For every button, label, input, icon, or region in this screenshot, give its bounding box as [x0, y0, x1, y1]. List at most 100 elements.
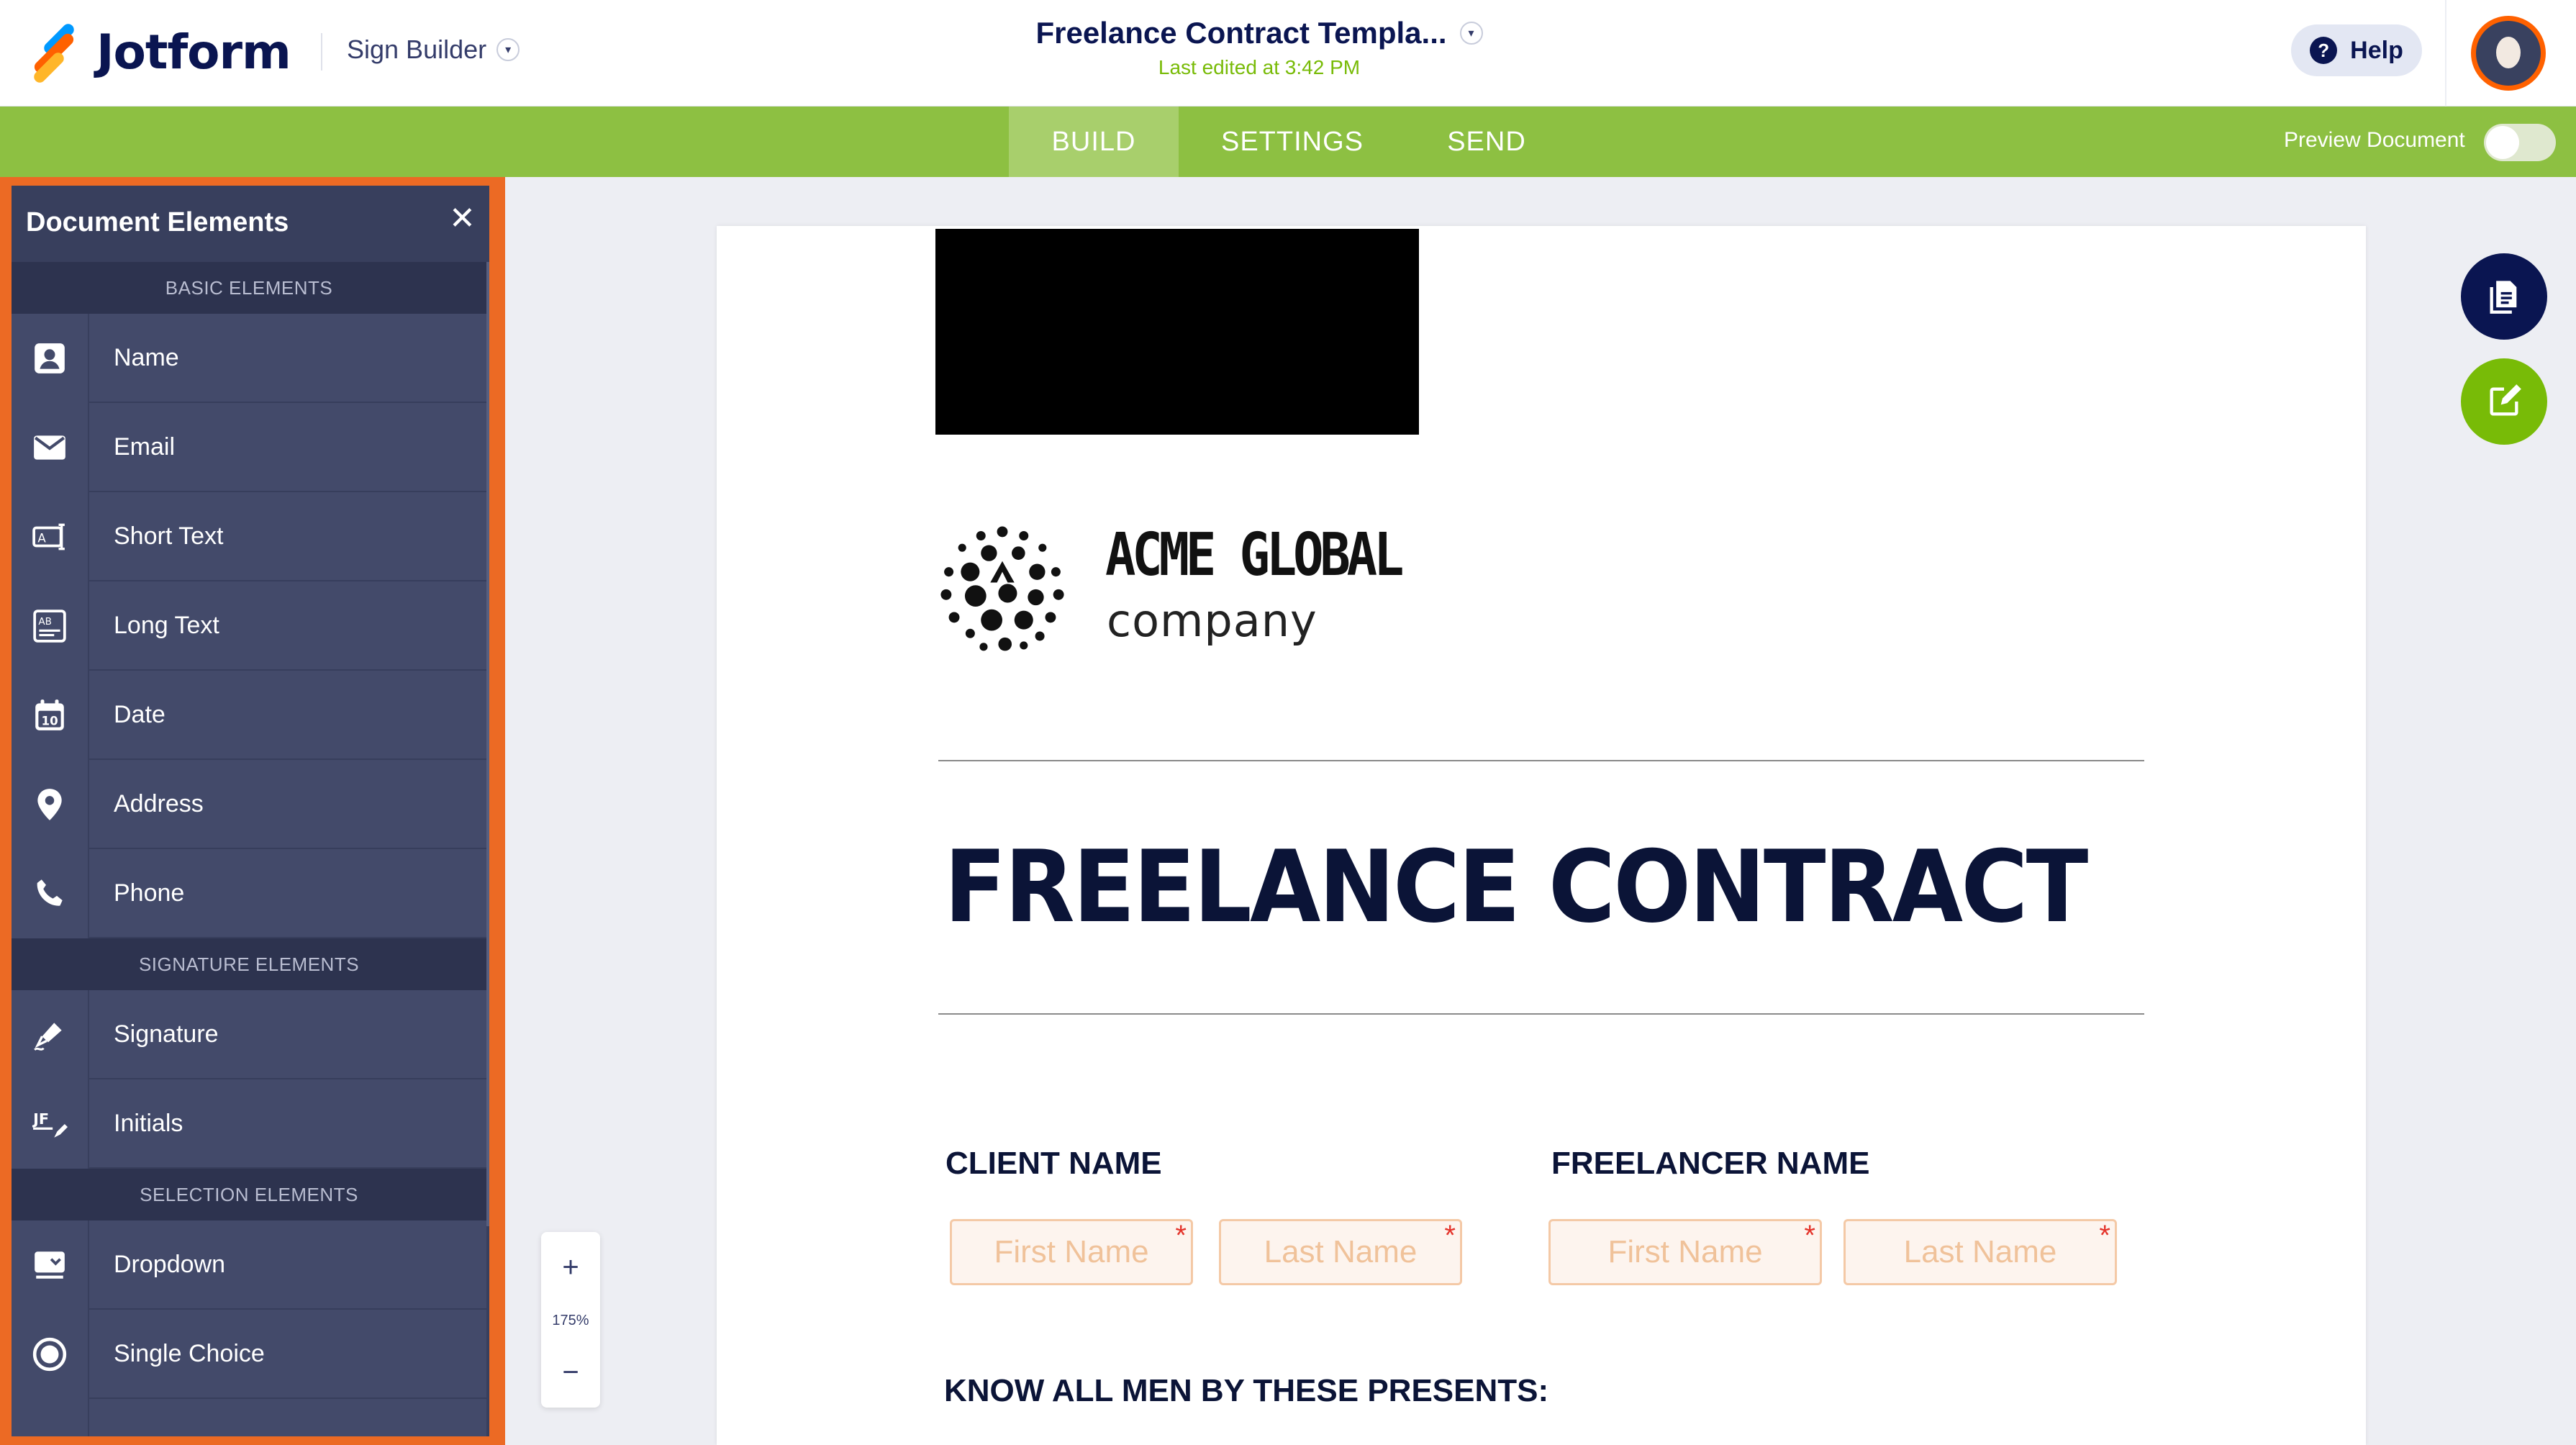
- element-phone[interactable]: Phone: [12, 849, 486, 938]
- element-label: Address: [89, 760, 486, 849]
- element-label: Date: [89, 671, 486, 760]
- edit-square-icon: [2490, 384, 2521, 416]
- client-name-label: CLIENT NAME: [945, 1146, 1162, 1181]
- field-placeholder: Last Name: [1264, 1234, 1418, 1269]
- svg-text:10: 10: [42, 715, 58, 728]
- title-chevron-down-icon[interactable]: ▾: [1459, 22, 1483, 45]
- jotform-logo[interactable]: Jotform: [26, 20, 291, 86]
- zoom-out-button[interactable]: −: [541, 1343, 600, 1402]
- long-text-icon: AB: [12, 581, 88, 671]
- element-name[interactable]: Name: [12, 314, 486, 403]
- chevron-down-icon: ▾: [496, 38, 520, 61]
- help-button[interactable]: ? Help: [2291, 24, 2422, 76]
- element-label: Initials: [89, 1079, 486, 1169]
- tab-build[interactable]: BUILD: [1009, 107, 1179, 177]
- panel-title: Document Elements: [26, 207, 289, 237]
- section-signature-elements: SIGNATURE ELEMENTS: [12, 938, 486, 990]
- document-title[interactable]: Freelance Contract Templa...: [1035, 16, 1446, 50]
- acme-globe-logo: [940, 526, 1064, 651]
- preview-document-label: Preview Document: [2284, 128, 2465, 152]
- client-last-name-field[interactable]: Last Name *: [1219, 1219, 1462, 1285]
- element-label: Phone: [89, 849, 486, 938]
- field-placeholder: Last Name: [1903, 1234, 2057, 1269]
- close-icon[interactable]: ✕: [449, 203, 476, 235]
- radio-icon: [12, 1310, 88, 1399]
- element-dropdown[interactable]: Dropdown: [12, 1220, 486, 1310]
- question-circle-icon: ?: [2310, 37, 2338, 64]
- element-label: Short Text: [89, 492, 486, 581]
- header-divider-right: [2445, 0, 2446, 107]
- svg-text:JF: JF: [32, 1110, 49, 1128]
- required-marker: *: [1175, 1220, 1187, 1251]
- builder-switcher[interactable]: Sign Builder ▾: [347, 35, 520, 65]
- element-date[interactable]: 10 Date: [12, 671, 486, 760]
- document-title-block: Freelance Contract Templa... ▾ Last edit…: [935, 16, 1583, 79]
- envelope-icon: [12, 403, 88, 492]
- element-signature[interactable]: Signature: [12, 990, 486, 1079]
- tab-settings[interactable]: SETTINGS: [1187, 107, 1397, 177]
- panel-scrollbar[interactable]: [486, 262, 489, 1226]
- redacted-block: [935, 229, 1419, 435]
- zoom-in-button[interactable]: +: [541, 1238, 600, 1297]
- edit-document-button[interactable]: [2461, 358, 2547, 445]
- short-text-icon: A: [12, 492, 88, 581]
- acme-logo-subtitle: company: [1107, 594, 1318, 647]
- pen-nib-icon: [12, 990, 88, 1079]
- element-initials[interactable]: JF Initials: [12, 1079, 486, 1169]
- element-label: Email: [89, 403, 486, 492]
- element-label: Signature: [89, 990, 486, 1079]
- freelancer-first-name-field[interactable]: First Name *: [1548, 1219, 1822, 1285]
- avatar-image: [2476, 21, 2541, 86]
- element-long-text[interactable]: AB Long Text: [12, 581, 486, 671]
- top-header: Jotform Sign Builder ▾ Freelance Contrac…: [0, 0, 2576, 107]
- last-edited-status: Last edited at 3:42 PM: [1158, 56, 1361, 78]
- location-pin-icon: [12, 760, 88, 849]
- brand-name: Jotform: [96, 24, 291, 80]
- divider-top: [938, 760, 2144, 761]
- document-elements-panel: Document Elements ✕ BASIC ELEMENTS Name …: [0, 177, 505, 1445]
- dropdown-icon: [12, 1220, 88, 1310]
- element-label: [89, 1399, 486, 1436]
- svg-text:AB: AB: [38, 616, 52, 628]
- element-next-partial[interactable]: [12, 1399, 486, 1436]
- required-marker: *: [1444, 1220, 1456, 1251]
- element-address[interactable]: Address: [12, 760, 486, 849]
- builder-switcher-label: Sign Builder: [347, 35, 487, 64]
- initials-icon: JF: [12, 1079, 88, 1169]
- section-basic-elements: BASIC ELEMENTS: [12, 262, 486, 314]
- client-first-name-field[interactable]: First Name *: [950, 1219, 1193, 1285]
- partial-element-icon: [12, 1399, 88, 1436]
- divider-bottom: [938, 1013, 2144, 1015]
- document-page: ACME GLOBAL company FREELANCE CONTRACT C…: [717, 226, 2366, 1445]
- field-placeholder: First Name: [1607, 1234, 1763, 1269]
- help-button-label: Help: [2350, 36, 2403, 64]
- element-email[interactable]: Email: [12, 403, 486, 492]
- person-card-icon: [12, 314, 88, 403]
- zoom-level: 175%: [552, 1312, 589, 1328]
- element-label: Name: [89, 314, 486, 403]
- calendar-icon: 10: [12, 671, 88, 760]
- header-divider: [321, 33, 322, 71]
- tab-send[interactable]: SEND: [1410, 107, 1563, 177]
- field-placeholder: First Name: [994, 1234, 1149, 1269]
- element-short-text[interactable]: A Short Text: [12, 492, 486, 581]
- section-selection-elements: SELECTION ELEMENTS: [12, 1169, 486, 1220]
- document-icon: [2490, 281, 2517, 314]
- acme-logo-title: ACME GLOBAL: [1105, 521, 1404, 589]
- document-pages-button[interactable]: [2461, 253, 2547, 340]
- toggle-knob: [2486, 126, 2519, 159]
- required-marker: *: [2099, 1220, 2110, 1251]
- svg-text:A: A: [37, 531, 46, 545]
- contract-title: FREELANCE CONTRACT: [944, 829, 2088, 945]
- panel-header: Document Elements ✕: [12, 186, 489, 262]
- freelancer-last-name-field[interactable]: Last Name *: [1843, 1219, 2117, 1285]
- element-label: Single Choice: [89, 1310, 486, 1399]
- avatar[interactable]: [2471, 16, 2546, 91]
- required-marker: *: [1804, 1220, 1815, 1251]
- zoom-controls: + 175% −: [541, 1232, 600, 1408]
- jotform-logo-icon: [26, 21, 81, 86]
- phone-icon: [12, 849, 88, 938]
- preview-document-toggle[interactable]: [2484, 124, 2556, 161]
- element-single-choice[interactable]: Single Choice: [12, 1310, 486, 1399]
- element-label: Long Text: [89, 581, 486, 671]
